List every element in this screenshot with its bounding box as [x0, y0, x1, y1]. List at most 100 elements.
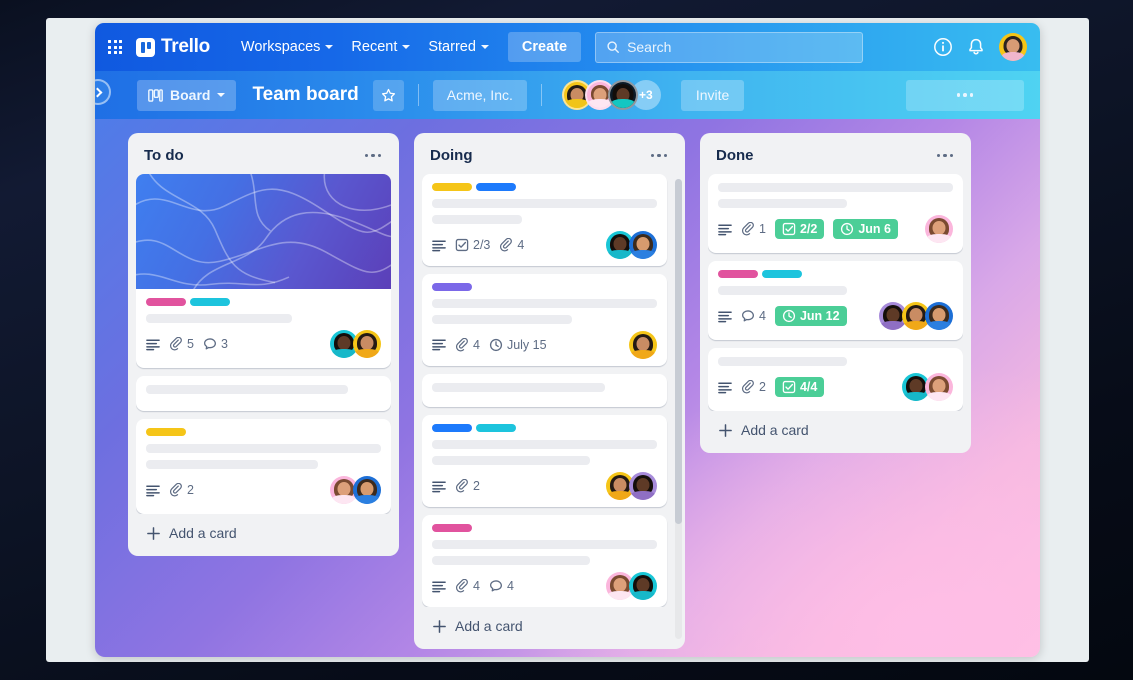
- badge-due-date: July 15: [489, 338, 547, 352]
- card[interactable]: [422, 373, 667, 408]
- card[interactable]: 4 July 15: [422, 273, 667, 366]
- nav-label: Recent: [351, 39, 398, 55]
- card-label[interactable]: [190, 298, 230, 306]
- avatar[interactable]: [353, 330, 381, 358]
- avatar[interactable]: [629, 472, 657, 501]
- sidebar-expand-icon[interactable]: [95, 79, 111, 105]
- chevron-down-icon: [402, 45, 411, 49]
- list-scrollbar[interactable]: [675, 179, 682, 639]
- badge-description: [146, 484, 160, 497]
- card[interactable]: 2/3 4: [422, 174, 667, 266]
- add-card-button[interactable]: Add a card: [708, 411, 963, 445]
- card-body: 2: [422, 415, 667, 507]
- avatar[interactable]: [925, 373, 953, 401]
- badge-attachment: 1: [741, 222, 766, 236]
- nav-item-workspaces[interactable]: Workspaces: [232, 33, 343, 61]
- card-footer: 4 Jun 12: [718, 302, 953, 330]
- card-label[interactable]: [432, 282, 472, 291]
- card[interactable]: [136, 376, 391, 411]
- checklist-icon: [782, 380, 796, 394]
- card-label[interactable]: [432, 524, 472, 533]
- user-avatar[interactable]: [999, 33, 1027, 61]
- board-menu-ellipsis[interactable]: [906, 79, 1024, 111]
- card-body: [422, 374, 667, 408]
- card-labels: [146, 428, 381, 436]
- card-title-placeholder: [432, 382, 606, 392]
- card[interactable]: 2: [422, 415, 667, 508]
- nav-item-recent[interactable]: Recent: [342, 33, 419, 61]
- card-footer: 2: [432, 472, 657, 501]
- card-label[interactable]: [146, 298, 186, 306]
- card-label[interactable]: [146, 428, 186, 436]
- trello-home-logo[interactable]: Trello: [136, 36, 210, 58]
- attachment-icon: [455, 479, 468, 493]
- list-menu-ellipsis[interactable]: [933, 150, 958, 162]
- card-members: [879, 302, 953, 330]
- info-icon[interactable]: [933, 37, 953, 57]
- add-card-button[interactable]: Add a card: [136, 514, 391, 548]
- badge-value: 2: [473, 479, 480, 494]
- card-body: 2: [136, 419, 391, 514]
- avatar[interactable]: [629, 231, 657, 259]
- card-title-placeholder: [432, 215, 522, 224]
- avatar[interactable]: [925, 215, 953, 243]
- brand-wordmark: Trello: [161, 36, 210, 57]
- badge-value: 1: [759, 222, 766, 236]
- card[interactable]: 1 2/2 Jun 6: [708, 174, 963, 253]
- card-label[interactable]: [718, 270, 758, 278]
- badge-description: [432, 239, 446, 252]
- star-board-button[interactable]: [372, 79, 404, 111]
- list-menu-ellipsis[interactable]: [647, 150, 672, 162]
- attachment-icon: [741, 380, 754, 394]
- card[interactable]: 2: [136, 419, 391, 514]
- trello-app-window: Trello Workspaces Recent Starred Create …: [95, 23, 1040, 657]
- avatar[interactable]: [353, 476, 381, 504]
- card-title-placeholder: [146, 460, 318, 469]
- attachment-icon: [500, 238, 513, 252]
- nav-item-starred[interactable]: Starred: [419, 33, 498, 61]
- avatar[interactable]: [925, 302, 953, 330]
- badge-value: 4: [506, 579, 514, 594]
- scrollbar-thumb[interactable]: [675, 179, 682, 524]
- board-header: Board Team board Acme, Inc. +3 Invite: [95, 71, 1040, 119]
- header-divider: [417, 84, 419, 106]
- list-menu-ellipsis[interactable]: [361, 150, 386, 162]
- card-label[interactable]: [762, 270, 802, 278]
- list-title: To do: [144, 147, 184, 164]
- card-label[interactable]: [476, 424, 516, 433]
- card[interactable]: 5 3: [136, 174, 391, 368]
- due-date-clock-icon: [841, 222, 854, 236]
- card-label[interactable]: [432, 424, 472, 433]
- badge-description: [718, 310, 732, 323]
- card[interactable]: 2 4/4: [708, 348, 963, 411]
- apps-grid-icon[interactable]: [108, 40, 122, 54]
- notifications-bell-icon[interactable]: [966, 37, 986, 57]
- plus-icon: [147, 526, 160, 540]
- card-title-placeholder: [146, 314, 292, 323]
- invite-button[interactable]: Invite: [680, 79, 745, 111]
- badge-value: Jun 6: [858, 222, 891, 236]
- search-input[interactable]: Search: [595, 31, 864, 63]
- avatar[interactable]: [629, 330, 657, 359]
- card[interactable]: 4 Jun 12: [708, 261, 963, 340]
- card-labels: [432, 424, 657, 433]
- add-card-label: Add a card: [741, 422, 809, 438]
- add-card-button[interactable]: Add a card: [422, 607, 677, 641]
- description-icon: [432, 481, 446, 493]
- card-labels: [432, 282, 657, 291]
- list-title: Doing: [430, 147, 473, 164]
- card-label[interactable]: [476, 183, 516, 191]
- board-view-switcher[interactable]: Board: [137, 79, 237, 111]
- list-header: Done: [708, 141, 963, 174]
- description-icon: [718, 382, 732, 393]
- add-card-label: Add a card: [169, 525, 237, 541]
- avatar[interactable]: [607, 80, 638, 110]
- description-icon: [432, 581, 446, 593]
- card[interactable]: 4 4: [422, 515, 667, 607]
- badge-value: 4: [473, 337, 480, 352]
- create-button[interactable]: Create: [507, 32, 582, 62]
- card-label[interactable]: [432, 183, 472, 191]
- avatar[interactable]: [629, 572, 657, 601]
- workspace-chip[interactable]: Acme, Inc.: [432, 79, 527, 111]
- attachment-icon: [169, 337, 182, 351]
